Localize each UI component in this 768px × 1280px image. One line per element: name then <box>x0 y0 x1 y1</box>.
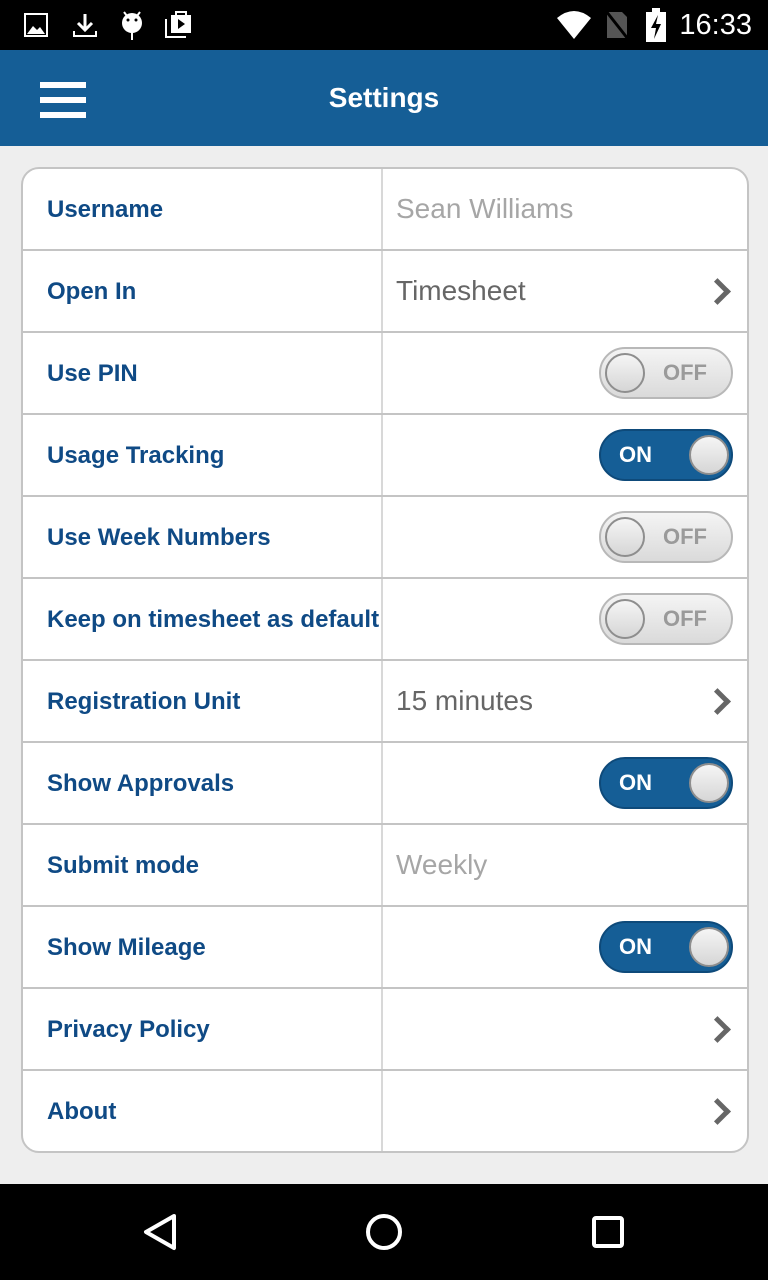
toggle-state-label: OFF <box>663 606 707 631</box>
android-debug-icon <box>122 11 142 40</box>
setting-row-show-mileage: Show Mileage ON <box>23 907 747 989</box>
toggle-knob[interactable] <box>605 599 645 639</box>
toggle-knob[interactable] <box>689 435 729 475</box>
setting-label: Show Mileage <box>23 907 383 987</box>
image-icon <box>24 13 48 37</box>
page-title: Settings <box>328 82 440 113</box>
setting-value[interactable]: 15 minutes <box>396 685 533 717</box>
chevron-right-icon[interactable] <box>704 1016 731 1043</box>
play-store-icon <box>165 11 191 38</box>
toggle-knob[interactable] <box>689 927 729 967</box>
setting-label: Usage Tracking <box>23 415 383 495</box>
chevron-right-icon[interactable] <box>704 1098 731 1125</box>
setting-label: Registration Unit <box>23 661 383 741</box>
navigation-bar <box>0 1184 768 1280</box>
setting-row-open-in[interactable]: Open In Timesheet <box>23 251 747 333</box>
toggle-state-label: ON <box>619 442 652 467</box>
setting-label: Submit mode <box>23 825 383 905</box>
setting-value-cell <box>383 1071 747 1151</box>
setting-row-usage-tracking: Usage Tracking ON <box>23 415 747 497</box>
setting-label: Use PIN <box>23 333 383 413</box>
setting-label: Username <box>23 169 383 249</box>
setting-row-show-approvals: Show Approvals ON <box>23 743 747 825</box>
toggle-state-label: OFF <box>663 360 707 385</box>
status-bar: 16:33 <box>0 0 768 50</box>
setting-row-about[interactable]: About <box>23 1071 747 1151</box>
toggle-knob[interactable] <box>689 763 729 803</box>
toggle-switch[interactable]: ON <box>599 921 733 973</box>
toggle-state-label: ON <box>619 770 652 795</box>
setting-row-privacy-policy[interactable]: Privacy Policy <box>23 989 747 1071</box>
toggle-switch[interactable]: OFF <box>599 593 733 645</box>
setting-label: Show Approvals <box>23 743 383 823</box>
setting-label: Use Week Numbers <box>23 497 383 577</box>
setting-row-use-pin: Use PIN OFF <box>23 333 747 415</box>
chevron-right-icon[interactable] <box>704 278 731 305</box>
setting-value-cell <box>383 989 747 1069</box>
setting-row-keep-on-timesheet-as-default: Keep on timesheet as default OFF <box>23 579 747 661</box>
toggle-knob[interactable] <box>605 517 645 557</box>
setting-row-username: Username Sean Williams <box>23 169 747 251</box>
toggle-switch[interactable]: ON <box>599 757 733 809</box>
back-icon[interactable] <box>134 1206 186 1258</box>
setting-label: Open In <box>23 251 383 331</box>
toggle-switch[interactable]: OFF <box>599 511 733 563</box>
setting-value-cell: OFF <box>383 333 747 413</box>
toggle-state-label: OFF <box>663 524 707 549</box>
setting-label: Keep on timesheet as default <box>23 579 383 659</box>
clock: 16:33 <box>679 9 752 41</box>
battery-charging-icon <box>646 8 666 42</box>
setting-value: Sean Williams <box>396 193 574 224</box>
setting-value-cell: Weekly <box>383 825 747 905</box>
setting-value: Weekly <box>396 849 488 880</box>
setting-row-registration-unit[interactable]: Registration Unit 15 minutes <box>23 661 747 743</box>
recents-icon[interactable] <box>582 1206 634 1258</box>
wifi-icon <box>557 11 591 39</box>
chevron-right-icon[interactable] <box>704 688 731 715</box>
setting-value[interactable]: Timesheet <box>396 275 526 307</box>
app-bar: Settings <box>0 50 768 146</box>
setting-value-cell: 15 minutes <box>383 661 747 741</box>
toggle-switch[interactable]: ON <box>599 429 733 481</box>
setting-label: Privacy Policy <box>23 989 383 1069</box>
setting-value-cell: ON <box>383 743 747 823</box>
no-sim-icon <box>604 10 630 40</box>
setting-value-cell: OFF <box>383 579 747 659</box>
setting-value-cell: Sean Williams <box>383 169 747 249</box>
setting-value-cell: ON <box>383 907 747 987</box>
setting-row-use-week-numbers: Use Week Numbers OFF <box>23 497 747 579</box>
settings-list: Username Sean Williams Open In Timesheet Use… <box>21 167 749 1153</box>
download-icon <box>73 14 97 37</box>
setting-value-cell: ON <box>383 415 747 495</box>
setting-value-cell: OFF <box>383 497 747 577</box>
home-icon[interactable] <box>358 1206 410 1258</box>
setting-value-cell: Timesheet <box>383 251 747 331</box>
toggle-state-label: ON <box>619 934 652 959</box>
toggle-knob[interactable] <box>605 353 645 393</box>
setting-label: About <box>23 1071 383 1151</box>
toggle-switch[interactable]: OFF <box>599 347 733 399</box>
setting-row-submit-mode: Submit mode Weekly <box>23 825 747 907</box>
